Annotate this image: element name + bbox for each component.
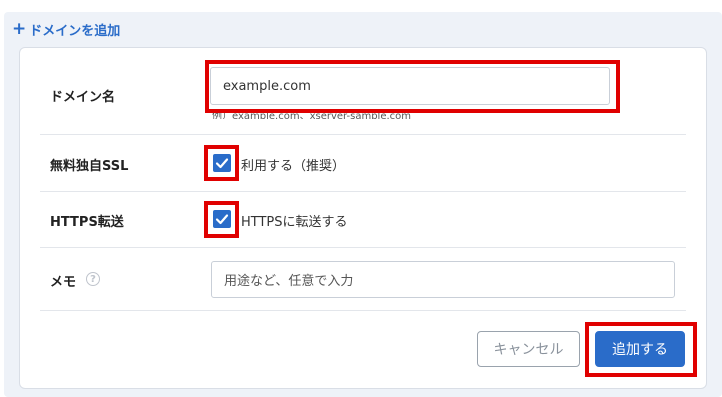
domain-name-input[interactable]: example.com [210,67,610,105]
domain-name-hint: 例）example.com、xserver-sample.com [212,111,412,119]
divider [40,191,686,192]
checkmark-icon [215,214,229,225]
divider [40,134,686,135]
cancel-button[interactable]: キャンセル [477,331,580,367]
https-label: HTTPS転送 [50,215,124,230]
divider [40,247,686,248]
ssl-checkbox-label: 利用する（推奨） [241,159,346,174]
domain-name-label: ドメイン名 [50,90,116,105]
https-checkbox-label: HTTPSに転送する [241,215,348,230]
ssl-checkbox[interactable] [213,154,231,172]
help-icon[interactable]: ? [86,272,100,286]
domain-name-value: example.com [223,78,311,94]
memo-input[interactable]: 用途など、任意で入力 [211,261,675,298]
ssl-label: 無料独自SSL [50,159,129,174]
add-domain-label: ドメインを追加 [29,24,121,39]
memo-placeholder: 用途など、任意で入力 [224,274,354,289]
https-checkbox[interactable] [213,210,231,228]
checkmark-icon [215,158,229,169]
add-button[interactable]: 追加する [595,331,685,367]
memo-label: メモ [50,275,77,290]
add-domain-link[interactable]: + ドメインを追加 [12,19,121,40]
plus-icon: + [12,19,27,39]
divider [40,310,686,311]
